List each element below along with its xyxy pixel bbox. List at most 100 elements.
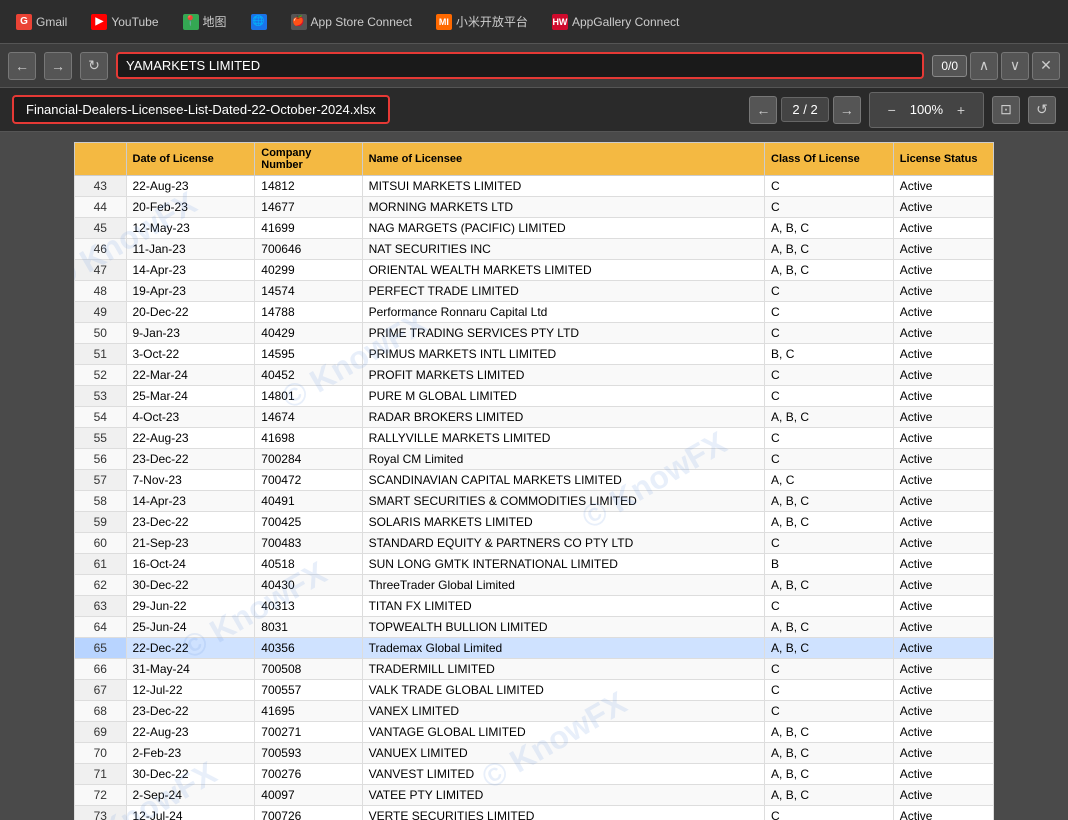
cell-date: 23-Dec-22 xyxy=(126,449,255,470)
cell-name: ThreeTrader Global Limited xyxy=(362,575,764,596)
cell-date: 30-Dec-22 xyxy=(126,575,255,596)
cell-company: 700726 xyxy=(255,806,362,820)
zoom-out-button[interactable]: − xyxy=(878,96,906,124)
cell-date: 2-Feb-23 xyxy=(126,743,255,764)
cell-status: Active xyxy=(893,701,993,722)
cell-company: 40299 xyxy=(255,260,362,281)
cell-status: Active xyxy=(893,512,993,533)
tab-huawei[interactable]: HW AppGallery Connect xyxy=(544,10,687,34)
cell-status: Active xyxy=(893,176,993,197)
table-header-row: Date of License Company Number Name of L… xyxy=(75,143,994,176)
page-nav: ← 2 / 2 → xyxy=(749,96,860,124)
row-index: 55 xyxy=(75,428,127,449)
refresh-button[interactable]: ↻ xyxy=(80,52,108,80)
main-content: © KnowFX © KnowFX © KnowFX © KnowFX © Kn… xyxy=(0,132,1068,820)
cell-company: 40356 xyxy=(255,638,362,659)
cell-name: MITSUI MARKETS LIMITED xyxy=(362,176,764,197)
tab-gmail-label: Gmail xyxy=(36,15,67,29)
cell-date: 23-Dec-22 xyxy=(126,701,255,722)
cell-status: Active xyxy=(893,281,993,302)
cell-class: C xyxy=(765,176,894,197)
cell-company: 700284 xyxy=(255,449,362,470)
cell-name: MORNING MARKETS LTD xyxy=(362,197,764,218)
cell-company: 700483 xyxy=(255,533,362,554)
cell-date: 22-Aug-23 xyxy=(126,428,255,449)
table-body: 4322-Aug-2314812MITSUI MARKETS LIMITEDCA… xyxy=(75,176,994,820)
cell-class: C xyxy=(765,428,894,449)
cell-status: Active xyxy=(893,428,993,449)
cell-company: 41695 xyxy=(255,701,362,722)
close-search-button[interactable]: ✕ xyxy=(1032,52,1060,80)
table-row: 6230-Dec-2240430ThreeTrader Global Limit… xyxy=(75,575,994,596)
back-button[interactable]: ← xyxy=(8,52,36,80)
cell-class: A, B, C xyxy=(765,512,894,533)
cell-name: SUN LONG GMTK INTERNATIONAL LIMITED xyxy=(362,554,764,575)
cell-date: 22-Aug-23 xyxy=(126,722,255,743)
fit-page-button[interactable]: ⊡ xyxy=(992,96,1020,124)
table-row: 722-Sep-2440097VATEE PTY LIMITEDA, B, CA… xyxy=(75,785,994,806)
tab-gmail[interactable]: G Gmail xyxy=(8,10,75,34)
cell-status: Active xyxy=(893,680,993,701)
cell-name: PRIMUS MARKETS INTL LIMITED xyxy=(362,344,764,365)
next-page-button[interactable]: → xyxy=(833,96,861,124)
cell-name: VALK TRADE GLOBAL LIMITED xyxy=(362,680,764,701)
cell-class: C xyxy=(765,533,894,554)
row-index: 70 xyxy=(75,743,127,764)
prev-match-button[interactable]: ∧ xyxy=(970,52,998,80)
cell-company: 14595 xyxy=(255,344,362,365)
tab-globe[interactable]: 🌐 xyxy=(243,10,275,34)
gmail-icon: G xyxy=(16,14,32,30)
cell-date: 22-Mar-24 xyxy=(126,365,255,386)
cell-name: VANUEX LIMITED xyxy=(362,743,764,764)
row-index: 72 xyxy=(75,785,127,806)
cell-status: Active xyxy=(893,554,993,575)
cell-company: 40491 xyxy=(255,491,362,512)
cell-class: A, B, C xyxy=(765,239,894,260)
cell-date: 9-Jan-23 xyxy=(126,323,255,344)
cell-date: 7-Nov-23 xyxy=(126,470,255,491)
cell-company: 700271 xyxy=(255,722,362,743)
tab-appstore-label: App Store Connect xyxy=(311,15,412,29)
row-index: 73 xyxy=(75,806,127,820)
row-index: 67 xyxy=(75,680,127,701)
cell-status: Active xyxy=(893,617,993,638)
tab-mi[interactable]: MI 小米开放平台 xyxy=(428,9,536,34)
cell-date: 20-Dec-22 xyxy=(126,302,255,323)
tab-youtube[interactable]: ▶ YouTube xyxy=(83,10,166,34)
tab-appstore[interactable]: 🍎 App Store Connect xyxy=(283,10,420,34)
cell-date: 31-May-24 xyxy=(126,659,255,680)
globe-icon: 🌐 xyxy=(251,14,267,30)
cell-date: 22-Aug-23 xyxy=(126,176,255,197)
tab-maps[interactable]: 📍 地图 xyxy=(175,9,235,34)
cell-name: VANEX LIMITED xyxy=(362,701,764,722)
prev-page-button[interactable]: ← xyxy=(749,96,777,124)
cell-class: C xyxy=(765,197,894,218)
cell-status: Active xyxy=(893,743,993,764)
cell-company: 700646 xyxy=(255,239,362,260)
cell-status: Active xyxy=(893,323,993,344)
cell-name: Royal CM Limited xyxy=(362,449,764,470)
cell-date: 3-Oct-22 xyxy=(126,344,255,365)
cell-class: A, B, C xyxy=(765,575,894,596)
cell-date: 22-Dec-22 xyxy=(126,638,255,659)
cell-class: A, B, C xyxy=(765,785,894,806)
spreadsheet-container: © KnowFX © KnowFX © KnowFX © KnowFX © Kn… xyxy=(74,142,994,820)
forward-button[interactable]: → xyxy=(44,52,72,80)
cell-date: 23-Dec-22 xyxy=(126,512,255,533)
row-index: 46 xyxy=(75,239,127,260)
cell-date: 29-Jun-22 xyxy=(126,596,255,617)
row-index: 59 xyxy=(75,512,127,533)
table-row: 7312-Jul-24700726VERTE SECURITIES LIMITE… xyxy=(75,806,994,820)
table-row: 513-Oct-2214595PRIMUS MARKETS INTL LIMIT… xyxy=(75,344,994,365)
cell-date: 25-Jun-24 xyxy=(126,617,255,638)
row-index: 52 xyxy=(75,365,127,386)
cell-status: Active xyxy=(893,260,993,281)
rotate-button[interactable]: ↺ xyxy=(1028,96,1056,124)
page-number: 2 / 2 xyxy=(781,97,828,122)
cell-class: C xyxy=(765,806,894,820)
zoom-in-button[interactable]: + xyxy=(947,96,975,124)
cell-name: ORIENTAL WEALTH MARKETS LIMITED xyxy=(362,260,764,281)
cell-name: VANTAGE GLOBAL LIMITED xyxy=(362,722,764,743)
address-input[interactable] xyxy=(116,52,924,79)
next-match-button[interactable]: ∨ xyxy=(1001,52,1029,80)
